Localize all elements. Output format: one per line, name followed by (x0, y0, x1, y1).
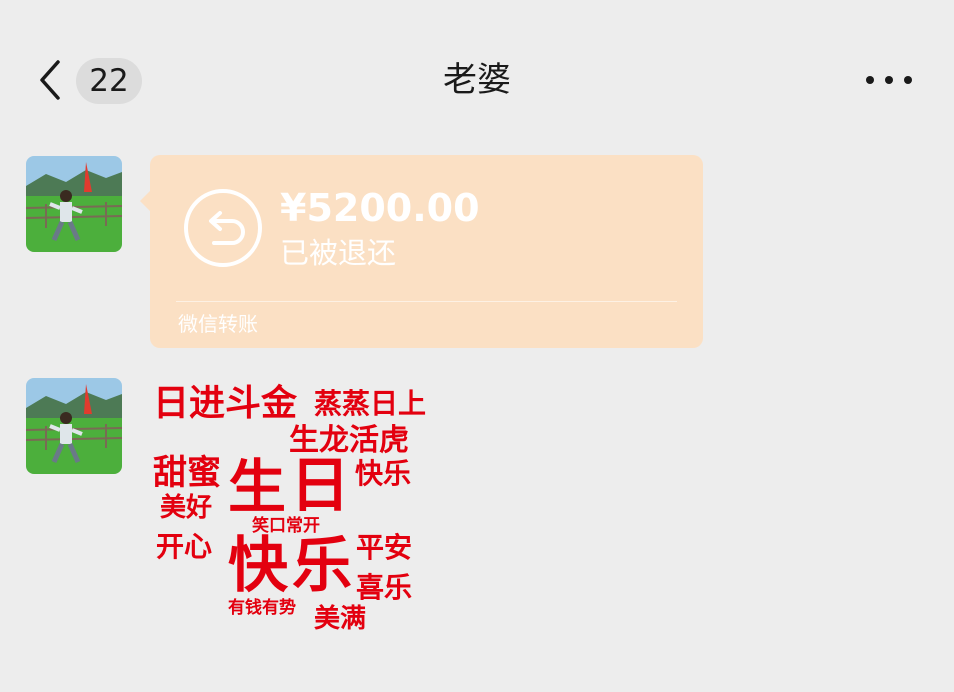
refund-icon (184, 189, 262, 267)
wordcloud-word: 平安 (356, 531, 413, 564)
wordcloud-word: 日进斗金 (153, 383, 298, 424)
divider (176, 301, 677, 302)
more-horizontal-icon[interactable] (864, 68, 914, 92)
transfer-amount: ¥5200.00 (280, 186, 480, 230)
transfer-footer-label: 微信转账 (178, 312, 258, 336)
chat-header: 22 老婆 (0, 0, 954, 140)
chat-title: 老婆 (443, 60, 511, 100)
wordcloud-word: 快乐 (355, 457, 412, 490)
wordcloud-word: 开心 (156, 530, 213, 563)
wordcloud-word: 甜蜜 (153, 453, 221, 493)
transfer-message-bubble[interactable]: ¥5200.00 已被退还 微信转账 (140, 155, 703, 348)
wordcloud-word: 生 (228, 453, 287, 521)
wordcloud-word: 日 (290, 451, 350, 521)
avatar[interactable] (26, 156, 122, 252)
wordcloud-word: 蒸蒸日上 (314, 387, 427, 420)
transfer-status: 已被退还 (280, 236, 397, 270)
wordcloud-word: 美好 (160, 493, 213, 523)
wordcloud-word: 笑口常开 (252, 516, 320, 536)
wordcloud-word: 美满 (314, 604, 367, 634)
wordcloud-word: 生龙活虎 (289, 423, 409, 458)
wordcloud-word: 乐 (292, 531, 352, 601)
wordcloud-word: 快 (228, 531, 288, 601)
wordcloud-word: 有钱有势 (228, 598, 296, 618)
wordcloud-word: 喜乐 (356, 571, 413, 604)
avatar[interactable] (26, 378, 122, 474)
